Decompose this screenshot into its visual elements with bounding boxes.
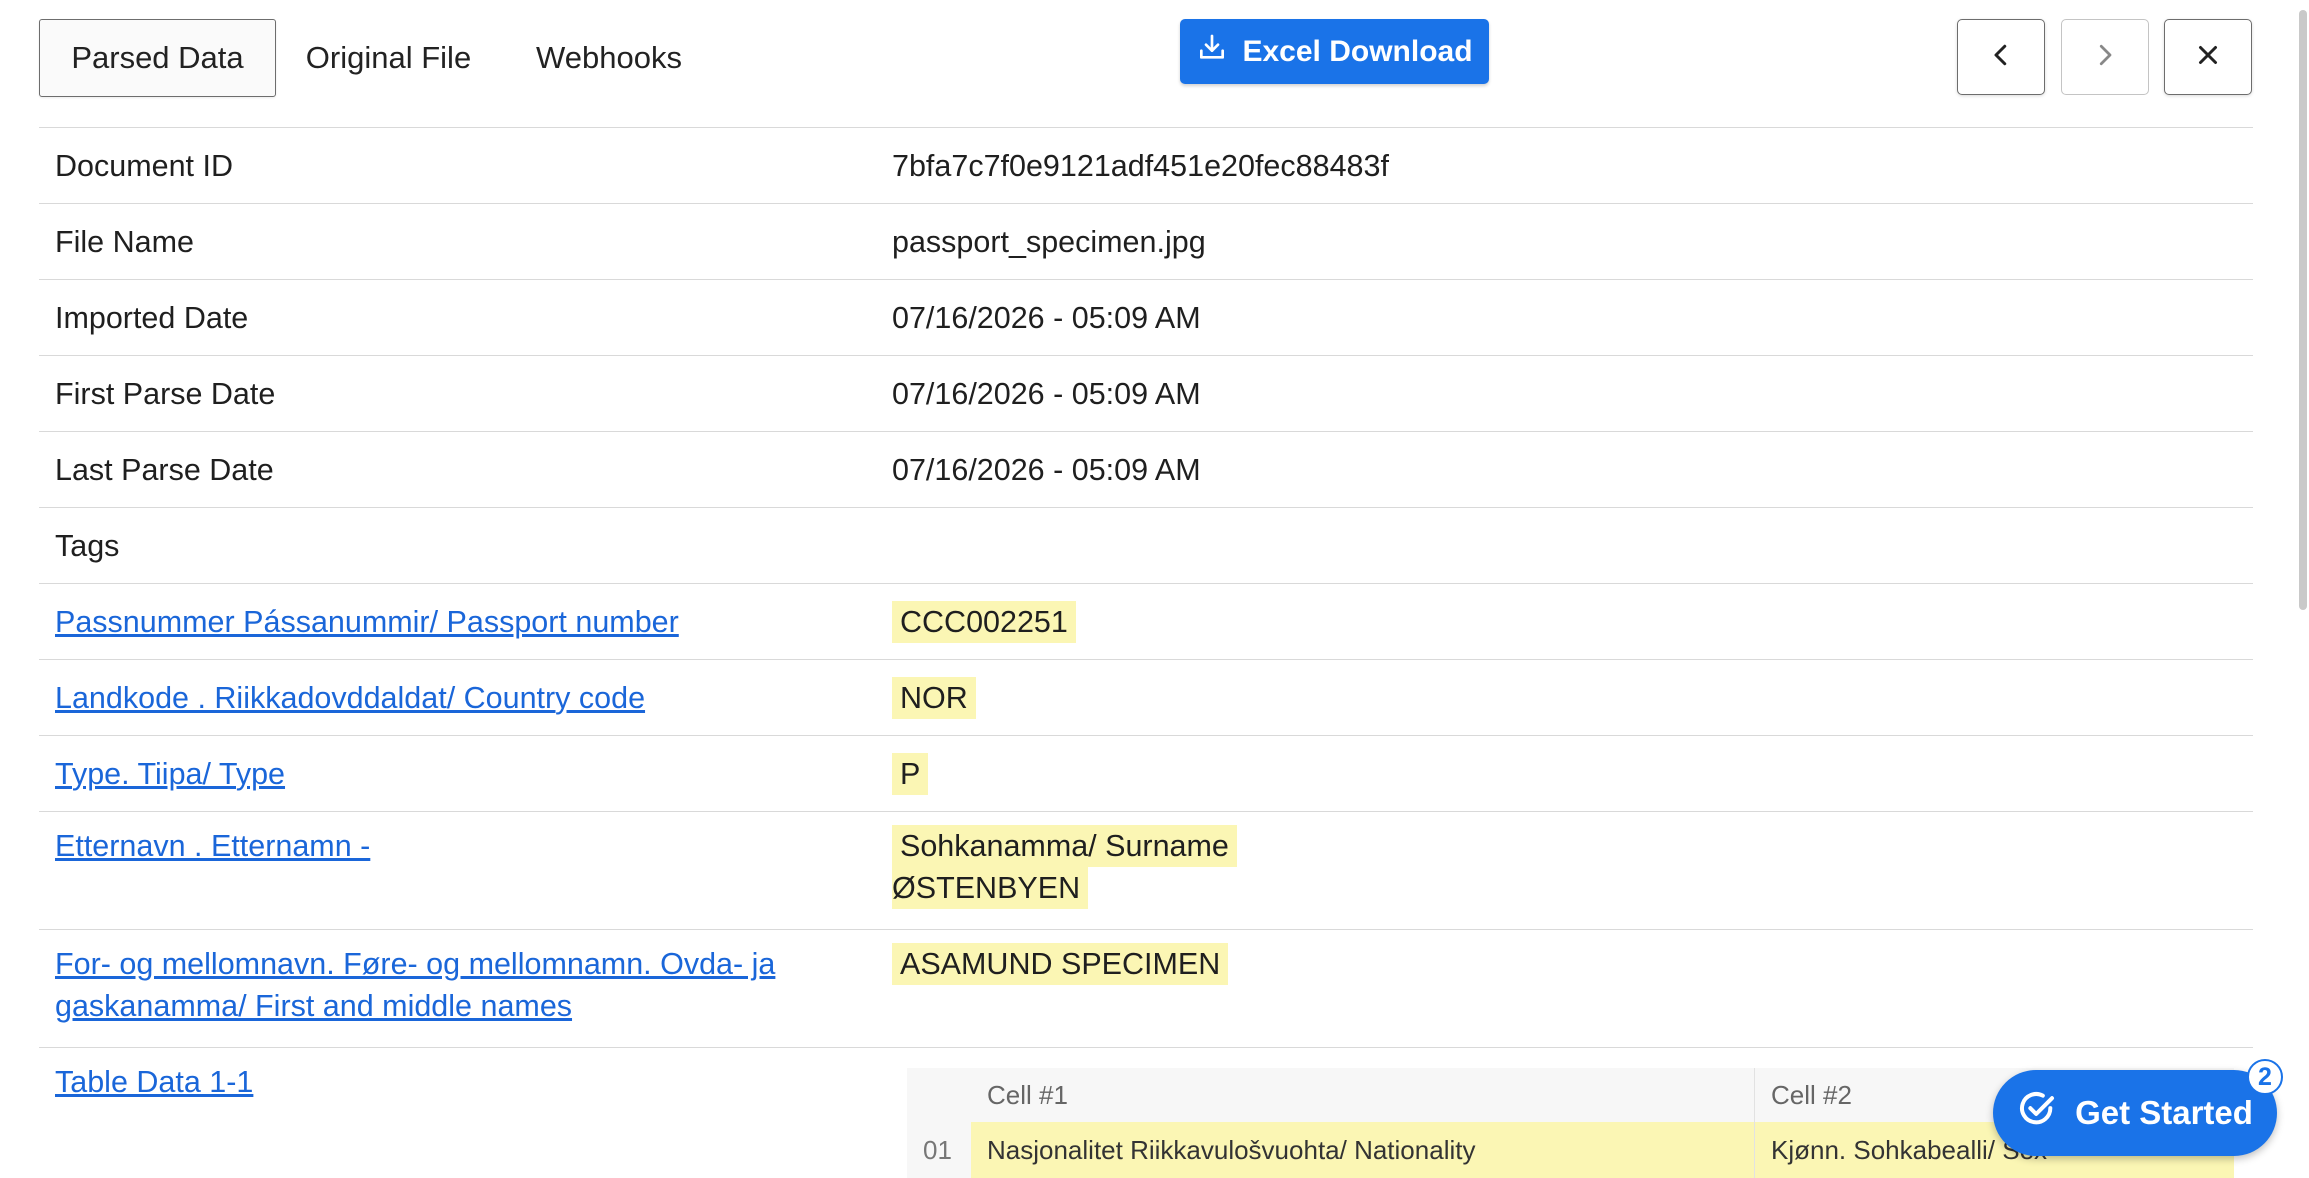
column-header-cell-1: Cell #1 [971, 1068, 1755, 1122]
get-started-button[interactable]: Get Started [1993, 1070, 2277, 1156]
surname-field-link[interactable]: Etternavn . Etternamn - [55, 829, 370, 863]
passport-number-row: Passnummer Pássanummir/ Passport number … [39, 583, 2253, 659]
scrollbar[interactable] [2297, 0, 2309, 620]
surname-value-line1: Sohkanamma/ Surname [892, 825, 1237, 867]
close-button[interactable] [2164, 19, 2252, 95]
country-code-field-link[interactable]: Landkode . Riikkadovddaldat/ Country cod… [55, 681, 645, 715]
tags-label: Tags [55, 528, 120, 563]
previous-button[interactable] [1957, 19, 2045, 95]
first-parse-date-row: First Parse Date 07/16/2026 - 05:09 AM [39, 355, 2253, 431]
imported-date-label: Imported Date [55, 300, 249, 335]
document-id-label: Document ID [55, 148, 233, 183]
last-parse-date-row: Last Parse Date 07/16/2026 - 05:09 AM [39, 431, 2253, 507]
imported-date-value: 07/16/2026 - 05:09 AM [892, 300, 1201, 335]
surname-value-line2: ØSTENBYEN [892, 867, 1089, 909]
first-parse-date-label: First Parse Date [55, 376, 276, 411]
surname-row: Etternavn . Etternamn - Sohkanamma/ Surn… [39, 811, 2253, 929]
tags-row: Tags [39, 507, 2253, 583]
file-name-label: File Name [55, 224, 194, 259]
details-table: Document ID 7bfa7c7f0e9121adf451e20fec88… [39, 127, 2253, 1177]
row-index-header [907, 1068, 971, 1122]
given-names-value: ASAMUND SPECIMEN [892, 943, 1229, 985]
last-parse-date-label: Last Parse Date [55, 452, 274, 487]
table-data-field-link[interactable]: Table Data 1-1 [55, 1065, 253, 1099]
imported-date-row: Imported Date 07/16/2026 - 05:09 AM [39, 279, 2253, 355]
tab-parsed-data[interactable]: Parsed Data [39, 19, 276, 97]
tab-original-file[interactable]: Original File [296, 19, 481, 97]
document-id-value: 7bfa7c7f0e9121adf451e20fec88483f [892, 148, 1389, 183]
excel-download-button[interactable]: Excel Download [1180, 19, 1489, 84]
given-names-field-link-line2[interactable]: gaskanamma/ First and middle names [55, 989, 572, 1023]
excel-download-label: Excel Download [1242, 34, 1473, 68]
type-field-link[interactable]: Type. Tiipa/ Type [55, 757, 285, 791]
country-code-row: Landkode . Riikkadovddaldat/ Country cod… [39, 659, 2253, 735]
get-started-label: Get Started [2075, 1094, 2253, 1131]
first-parse-date-value: 07/16/2026 - 05:09 AM [892, 376, 1201, 411]
type-value: P [892, 752, 929, 795]
table-cell: Nasjonalitet Riikkavulošvuohta/ National… [971, 1122, 1755, 1178]
document-id-row: Document ID 7bfa7c7f0e9121adf451e20fec88… [39, 127, 2253, 203]
chevron-right-icon [2090, 40, 2120, 75]
type-row: Type. Tiipa/ Type P [39, 735, 2253, 811]
file-name-row: File Name passport_specimen.jpg [39, 203, 2253, 279]
row-index: 01 [907, 1122, 971, 1178]
notification-badge: 2 [2247, 1059, 2283, 1095]
download-icon [1196, 32, 1228, 72]
close-icon [2193, 40, 2223, 75]
country-code-value: NOR [892, 676, 976, 719]
passport-number-field-link[interactable]: Passnummer Pássanummir/ Passport number [55, 605, 679, 639]
given-names-field-link-line1[interactable]: For- og mellomnavn. Føre- og mellomnamn.… [55, 947, 775, 981]
scrollbar-thumb[interactable] [2299, 10, 2307, 610]
chevron-left-icon [1986, 40, 2016, 75]
last-parse-date-value: 07/16/2026 - 05:09 AM [892, 452, 1201, 487]
next-button[interactable] [2061, 19, 2149, 95]
given-names-row: For- og mellomnavn. Føre- og mellomnamn.… [39, 929, 2253, 1047]
tab-webhooks[interactable]: Webhooks [519, 19, 699, 97]
top-bar: Parsed Data Original File Webhooks Excel… [0, 0, 2309, 110]
check-circle-icon [2017, 1089, 2057, 1137]
passport-number-value: CCC002251 [892, 600, 1076, 643]
file-name-value: passport_specimen.jpg [892, 224, 1206, 259]
